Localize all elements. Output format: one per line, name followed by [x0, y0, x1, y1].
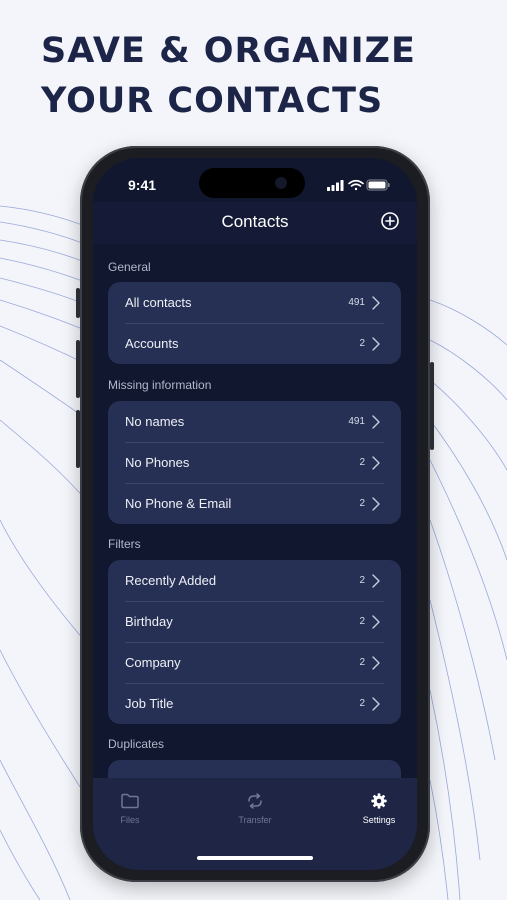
- row-count: 2: [359, 657, 365, 668]
- chevron-right-icon: [372, 456, 380, 470]
- chevron-right-icon: [372, 656, 380, 670]
- wifi-icon: [348, 179, 364, 191]
- row-label: No Phones: [125, 455, 190, 470]
- dynamic-island: [199, 168, 305, 198]
- battery-icon: [366, 179, 390, 191]
- row-label: Birthday: [125, 614, 173, 629]
- home-indicator: [197, 856, 313, 860]
- tab-files[interactable]: Files: [93, 792, 175, 825]
- row-accounts[interactable]: Accounts 2: [108, 323, 401, 364]
- row-all-contacts[interactable]: All contacts 491: [108, 282, 401, 323]
- gear-icon: [371, 793, 387, 809]
- chevron-right-icon: [372, 574, 380, 588]
- section-header-filters: Filters: [108, 537, 141, 551]
- tab-label: Transfer: [238, 815, 272, 825]
- row-count: 2: [359, 498, 365, 509]
- row-no-names[interactable]: No names 491: [108, 401, 401, 442]
- folder-icon: [121, 793, 139, 809]
- chevron-right-icon: [372, 296, 380, 310]
- row-count: 2: [359, 457, 365, 468]
- chevron-right-icon: [372, 337, 380, 351]
- section-header-missing-information: Missing information: [108, 378, 212, 392]
- camera-icon: [275, 177, 287, 189]
- group-filters: Recently Added 2 Birthday 2 Company 2 Jo…: [108, 560, 401, 724]
- row-label: Accounts: [125, 336, 179, 351]
- row-job-title[interactable]: Job Title 2: [108, 683, 401, 724]
- row-label: No names: [125, 414, 185, 429]
- group-general: All contacts 491 Accounts 2: [108, 282, 401, 364]
- sync-icon: [248, 793, 262, 809]
- tab-settings[interactable]: Settings: [334, 792, 417, 825]
- chevron-right-icon: [372, 415, 380, 429]
- status-indicators: [327, 179, 390, 191]
- row-label: Job Title: [125, 696, 174, 711]
- row-recently-added[interactable]: Recently Added 2: [108, 560, 401, 601]
- row-count: 2: [359, 338, 365, 349]
- row-count: 2: [359, 698, 365, 709]
- tab-transfer[interactable]: Transfer: [210, 792, 300, 825]
- page-title: Contacts: [221, 212, 289, 231]
- row-count: 491: [348, 416, 365, 427]
- row-label: Recently Added: [125, 573, 217, 588]
- row-label: No Phone & Email: [125, 496, 232, 511]
- phone-power-button: [430, 362, 434, 450]
- navigation-bar: Contacts: [93, 202, 417, 244]
- group-missing-information: No names 491 No Phones 2 No Phone & Emai…: [108, 401, 401, 524]
- tab-label: Settings: [362, 815, 396, 825]
- tab-bar: Files Transfer Settings: [93, 778, 417, 870]
- row-count: 2: [359, 616, 365, 627]
- row-no-phones[interactable]: No Phones 2: [108, 442, 401, 483]
- row-no-phone-email[interactable]: No Phone & Email 2: [108, 483, 401, 524]
- phone-mute-switch: [76, 288, 80, 318]
- row-birthday[interactable]: Birthday 2: [108, 601, 401, 642]
- phone-volume-down-button: [76, 410, 80, 468]
- chevron-right-icon: [372, 615, 380, 629]
- section-header-duplicates: Duplicates: [108, 737, 165, 751]
- row-count: 2: [359, 575, 365, 586]
- phone-volume-up-button: [76, 340, 80, 398]
- row-company[interactable]: Company 2: [108, 642, 401, 683]
- chevron-right-icon: [372, 697, 380, 711]
- cellular-signal-icon: [327, 180, 344, 191]
- section-header-general: General: [108, 260, 151, 274]
- status-time: 9:41: [128, 177, 157, 193]
- chevron-right-icon: [372, 497, 380, 511]
- tab-label: Files: [120, 815, 140, 825]
- phone-screen: 9:41 Contacts General All contacts 491 A…: [93, 158, 417, 870]
- row-label: Company: [125, 655, 181, 670]
- status-bar: 9:41: [93, 158, 417, 208]
- row-count: 491: [348, 297, 365, 308]
- plus-circle-icon[interactable]: [380, 211, 400, 231]
- row-label: All contacts: [125, 295, 192, 310]
